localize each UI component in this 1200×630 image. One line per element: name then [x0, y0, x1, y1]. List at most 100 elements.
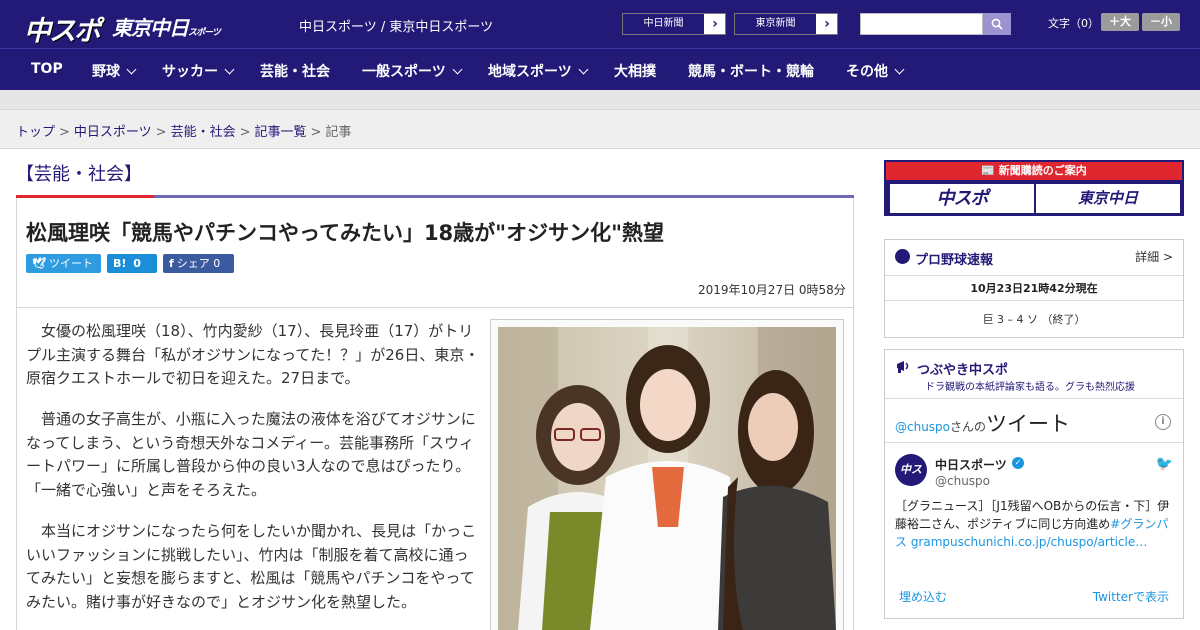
- tweet-share-button[interactable]: 🕊 ツイート: [26, 254, 101, 273]
- baseball-icon: [895, 249, 910, 264]
- nav-item-entertainment[interactable]: 芸能・社会: [260, 61, 330, 81]
- divider: [885, 398, 1183, 399]
- subscription-header-text: 新聞購読のご案内: [998, 164, 1087, 177]
- tokyo-logo-small: スポーツ: [188, 28, 221, 38]
- nav-item-regional-sports[interactable]: 地域スポーツ: [488, 61, 589, 81]
- nav-item-sumo[interactable]: 大相撲: [614, 61, 656, 81]
- font-bigger-button[interactable]: ＋大: [1101, 13, 1139, 31]
- nav-item-top[interactable]: TOP: [31, 61, 63, 77]
- avatar[interactable]: 中スポ: [895, 454, 927, 508]
- divider: [885, 275, 1183, 276]
- chevron-down-icon: [578, 64, 589, 75]
- breadcrumb-separator: >: [155, 125, 167, 140]
- paragraph-text: 本当にオジサンになったら何をしたいか聞かれ、長見は「かっこいいファッションに挑戦…: [26, 522, 477, 611]
- facebook-icon: f: [169, 257, 174, 270]
- search-icon: [991, 18, 1003, 30]
- font-smaller-button[interactable]: －小: [1142, 13, 1180, 31]
- breadcrumb-article-list[interactable]: 記事一覧: [255, 125, 307, 140]
- breadcrumb-top[interactable]: トップ: [16, 125, 55, 140]
- breadcrumb-current: 記事: [325, 125, 352, 140]
- twitter-bird-icon: 🕊: [32, 257, 46, 270]
- divider: [16, 307, 854, 308]
- subscribe-tokyo-button[interactable]: 東京中日: [1036, 184, 1180, 213]
- tweet-word: ツイート: [986, 412, 1071, 436]
- tweet-author-name[interactable]: 中日スポーツ: [935, 456, 1007, 473]
- chevron-down-icon: [894, 64, 905, 75]
- ad-strip: [0, 90, 1200, 110]
- newspaper-icon: 📰: [981, 164, 995, 177]
- breadcrumb-separator: >: [239, 125, 251, 140]
- tweet-text: ［グラニュース］［J1残留へOBからの伝言・下］伊藤裕二さん、ポジティブに同じ方…: [895, 497, 1175, 551]
- widget-subtitle: ドラ観戦の本紙評論家も語る。グラも熱烈応援: [925, 382, 1135, 393]
- chevron-down-icon: [126, 64, 137, 75]
- article-category: 【芸能・社会】: [16, 164, 142, 185]
- tweet-author-id[interactable]: @chuspo: [935, 474, 990, 488]
- embed-link[interactable]: 埋め込む: [899, 588, 947, 605]
- nav-label: 大相撲: [614, 64, 656, 80]
- article-paragraph: 女優の松風理咲（18）、竹内愛紗（17）、長見玲亜（17）がトリプル主演する舞台…: [26, 320, 482, 391]
- baseball-scores-widget: プロ野球速報 詳細 > 10月23日21時42分現在 巨 3 – 4 ソ （終了…: [884, 239, 1184, 338]
- game-score[interactable]: 巨 3 – 4 ソ （終了）: [885, 311, 1183, 327]
- breadcrumb-entertainment[interactable]: 芸能・社会: [171, 125, 236, 140]
- tokyo-chunichi-logo[interactable]: 東京中日スポーツ: [112, 12, 221, 42]
- share-label: シェア: [176, 257, 210, 270]
- nav-item-racing[interactable]: 競馬・ボート・競輪: [688, 61, 814, 81]
- twitter-bird-icon[interactable]: 🐦: [1156, 456, 1173, 472]
- score-timestamp: 10月23日21時42分現在: [970, 282, 1098, 295]
- widget-title: つぶやき中スポ: [917, 363, 1009, 378]
- subscription-banner[interactable]: 📰 新聞購読のご案内 中スポ 東京中日: [884, 160, 1184, 216]
- chunichi-shimbun-link[interactable]: 中日新聞 ›: [622, 13, 726, 35]
- ext-link-label: 東京新聞: [735, 14, 817, 34]
- chevron-right-icon: ›: [824, 16, 830, 32]
- baseball-detail-link[interactable]: 詳細 >: [1135, 248, 1173, 265]
- top-header: 中スポ 東京中日スポーツ 中日スポーツ / 東京中日スポーツ 中日新聞 › 東京…: [0, 0, 1200, 48]
- share-count: 0: [133, 257, 141, 270]
- hatena-bookmark-button[interactable]: B! 0: [107, 254, 157, 273]
- breadcrumb-separator: >: [59, 125, 70, 140]
- subscription-header: 📰 新聞購読のご案内: [886, 162, 1182, 180]
- article-paragraph: 普通の女子高生が、小瓶に入った魔法の液体を浴びてオジサンになってしまう、という奇…: [26, 408, 482, 502]
- paragraph-text: 普通の女子高生が、小瓶に入った魔法の液体を浴びてオジサンになってしまう、という奇…: [26, 410, 476, 499]
- photo-illustration: [498, 327, 836, 630]
- share-label: ツイート: [48, 257, 93, 270]
- subscribe-chuspo-button[interactable]: 中スポ: [890, 184, 1034, 213]
- nav-label: その他: [846, 64, 888, 80]
- tokyo-shimbun-link[interactable]: 東京新聞 ›: [734, 13, 838, 35]
- nav-label: 一般スポーツ: [362, 64, 446, 80]
- nav-label: 芸能・社会: [260, 64, 330, 80]
- article-photo[interactable]: [498, 327, 836, 630]
- twitter-handle-link[interactable]: @chuspo: [895, 420, 950, 434]
- megaphone-icon: [895, 358, 911, 374]
- article-paragraph: 本当にオジサンになったら何をしたいか聞かれ、長見は「かっこいいファッションに挑戦…: [26, 520, 482, 614]
- breadcrumb-separator: >: [310, 125, 322, 140]
- chevron-down-icon: [452, 64, 463, 75]
- breadcrumb-chunichi-sports[interactable]: 中日スポーツ: [74, 125, 152, 140]
- nav-item-soccer[interactable]: サッカー: [162, 61, 235, 81]
- breadcrumb: トップ > 中日スポーツ > 芸能・社会 > 記事一覧 > 記事: [16, 121, 351, 140]
- nav-item-general-sports[interactable]: 一般スポーツ: [362, 61, 463, 81]
- nav-item-baseball[interactable]: 野球: [92, 61, 137, 81]
- tweets-widget: つぶやき中スポ ドラ観戦の本紙評論家も語る。グラも熱烈応援 @chuspoさんの…: [884, 349, 1184, 619]
- divider: [885, 300, 1183, 301]
- info-icon[interactable]: i: [1155, 414, 1171, 430]
- view-on-twitter-link[interactable]: Twitterで表示: [1093, 588, 1169, 605]
- search-input[interactable]: [860, 13, 983, 35]
- search-button[interactable]: [983, 13, 1011, 35]
- hatena-icon: B!: [113, 257, 127, 270]
- nav-label: 競馬・ボート・競輪: [688, 64, 814, 80]
- chevron-right-icon: ›: [712, 16, 718, 32]
- nav-label: 地域スポーツ: [488, 64, 572, 80]
- article-headline: 松風理咲「競馬やパチンコやってみたい」18歳が"オジサン化"熱望: [26, 221, 665, 245]
- chuspo-logo[interactable]: 中スポ: [24, 9, 101, 47]
- paragraph-text: 女優の松風理咲（18）、竹内愛紗（17）、長見玲亜（17）がトリプル主演する舞台…: [26, 322, 480, 387]
- nav-label: TOP: [31, 61, 63, 77]
- font-size-label: 文字（0）: [1048, 17, 1099, 30]
- divider: [885, 442, 1183, 443]
- share-count: 0: [213, 257, 221, 270]
- site-title: 中日スポーツ / 東京中日スポーツ: [299, 20, 494, 35]
- handle-suffix: さんの: [950, 420, 987, 434]
- widget-title: プロ野球速報: [915, 253, 994, 268]
- facebook-share-button[interactable]: f シェア 0: [163, 254, 234, 273]
- main-nav: TOP 野球 サッカー 芸能・社会 一般スポーツ 地域スポーツ 大相撲 競馬・ボ…: [0, 48, 1200, 90]
- nav-item-other[interactable]: その他: [846, 61, 905, 81]
